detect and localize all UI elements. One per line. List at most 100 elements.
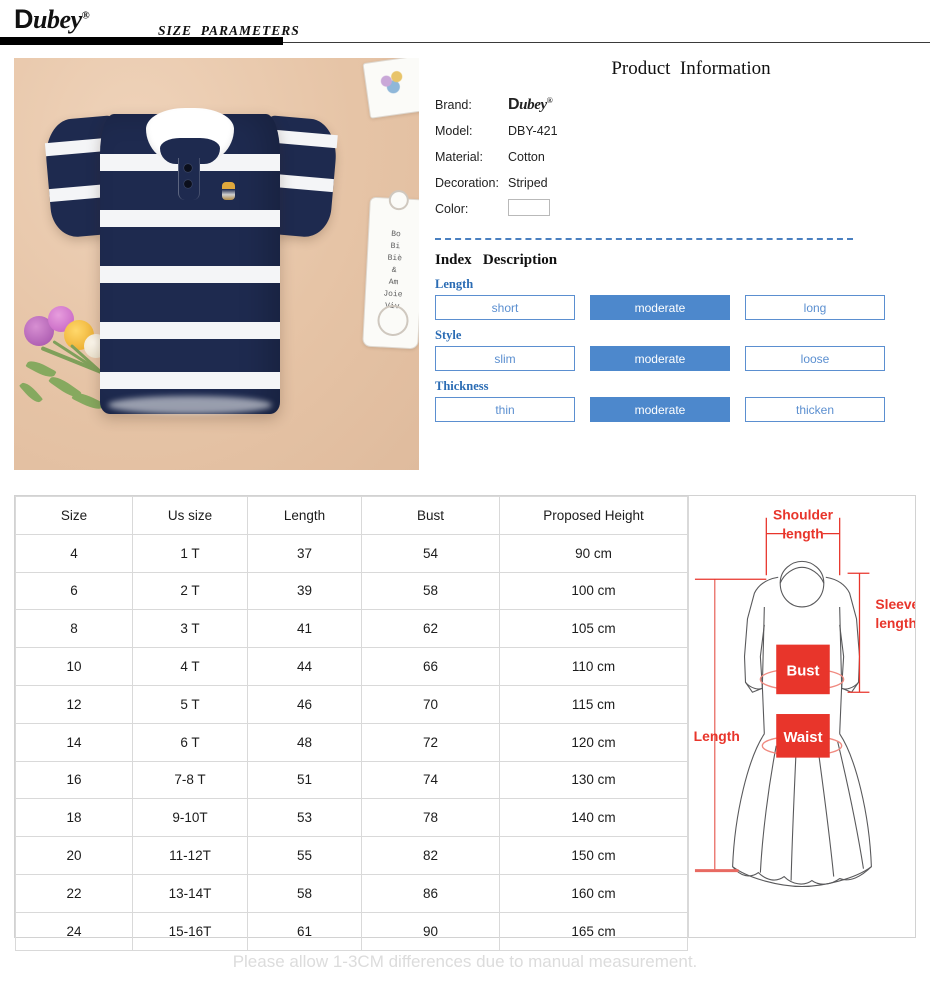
tshirt-embroidery-icon [222, 182, 235, 200]
cell-size: 22 [15, 873, 133, 913]
prop-wood-tag: Bo Bi Biè & Am Joie Viv [362, 189, 419, 350]
index-group-label: Length [435, 277, 474, 291]
cell-bust: 86 [361, 873, 500, 913]
cell-proposed-height: 130 cm [499, 760, 688, 800]
cell-bust: 62 [361, 609, 500, 649]
index-description-heading: Index Description [435, 252, 558, 268]
label-sleeve-line2: length [875, 615, 915, 631]
label-waist: Waist [783, 730, 822, 746]
column-header-bust: Bust [361, 496, 500, 535]
index-option-row: short moderate long [435, 295, 917, 320]
cell-proposed-height: 100 cm [499, 571, 688, 611]
cell-us-size: 15-16T [132, 911, 248, 951]
cell-bust: 54 [361, 533, 500, 573]
cell-length: 41 [247, 609, 362, 649]
cell-bust: 78 [361, 798, 500, 838]
prop-tag-hole-icon [376, 304, 410, 337]
product-spec-list: Brand: Dubey® Model: DBY-421 Material: C… [435, 92, 917, 222]
cell-us-size: 4 T [132, 647, 248, 686]
cell-bust: 66 [361, 647, 500, 686]
table-row: 18 9-10T 53 78 140 cm [15, 798, 688, 838]
option-length-moderate[interactable]: moderate [590, 295, 730, 320]
cell-size: 18 [15, 798, 133, 838]
label-shoulder-line1: Shoulder [773, 507, 834, 523]
logo-word: ubey [519, 97, 547, 113]
cell-us-size: 13-14T [132, 873, 248, 913]
option-thickness-thin[interactable]: thin [435, 397, 575, 422]
spec-value-model: DBY-421 [508, 124, 558, 138]
tshirt-button [184, 180, 192, 188]
cell-length: 39 [247, 571, 362, 611]
cell-proposed-height: 150 cm [499, 836, 688, 875]
spec-label: Material: [435, 150, 483, 164]
tshirt-button [184, 164, 192, 172]
spec-label: Color: [435, 202, 469, 216]
cell-length: 37 [247, 533, 362, 573]
index-group-length: Length short moderate long [435, 277, 917, 320]
column-header-us-size: Us size [132, 496, 248, 535]
product-photo: Bo Bi Biè & Am Joie Viv [14, 58, 419, 470]
spec-row-model: Model: DBY-421 [435, 118, 917, 144]
spec-row-decoration: Decoration: Striped [435, 170, 917, 196]
prop-tag-ring-icon [388, 189, 410, 211]
prop-tag-text: Bo Bi Biè & Am Joie Viv [383, 229, 403, 312]
option-style-moderate[interactable]: moderate [590, 346, 730, 371]
table-row: 16 7-8 T 51 74 130 cm [15, 760, 688, 800]
cell-size: 16 [15, 760, 133, 800]
cell-us-size: 6 T [132, 722, 248, 762]
table-row: 4 1 T 37 54 90 cm [15, 533, 688, 573]
cell-bust: 74 [361, 760, 500, 800]
table-row: 24 15-16T 61 90 165 cm [15, 911, 688, 951]
column-header-proposed-height: Proposed Height [499, 496, 688, 535]
cell-bust: 72 [361, 722, 500, 762]
option-length-long[interactable]: long [745, 295, 885, 320]
table-row: 10 4 T 44 66 110 cm [15, 647, 688, 686]
option-style-slim[interactable]: slim [435, 346, 575, 371]
cell-length: 61 [247, 911, 362, 951]
size-chart-container: Size Us size Length Bust Proposed Height… [14, 495, 916, 951]
option-length-short[interactable]: short [435, 295, 575, 320]
cell-proposed-height: 140 cm [499, 798, 688, 838]
cell-bust: 82 [361, 836, 500, 875]
table-row: 22 13-14T 58 86 160 cm [15, 873, 688, 913]
label-shoulder-line2: length [782, 526, 824, 542]
brand-logo: Dubey® [14, 5, 90, 34]
registered-trademark-icon: ® [546, 96, 553, 105]
table-row: 14 6 T 48 72 120 cm [15, 722, 688, 762]
label-total-length: Length [694, 728, 740, 744]
option-thickness-moderate[interactable]: moderate [590, 397, 730, 422]
table-header-row: Size Us size Length Bust Proposed Height [15, 496, 688, 535]
spec-label: Brand: [435, 98, 472, 112]
option-style-loose[interactable]: loose [745, 346, 885, 371]
index-group-style: Style slim moderate loose [435, 328, 917, 371]
prop-notebook-art [374, 65, 413, 101]
cell-proposed-height: 110 cm [499, 647, 688, 686]
option-thickness-thicken[interactable]: thicken [745, 397, 885, 422]
cell-length: 48 [247, 722, 362, 762]
index-option-row: slim moderate loose [435, 346, 917, 371]
cell-size: 10 [15, 647, 133, 686]
cell-proposed-height: 115 cm [499, 684, 688, 724]
spec-row-color: Color: [435, 196, 917, 222]
cell-length: 51 [247, 760, 362, 800]
prop-notebook [362, 58, 419, 119]
cell-size: 24 [15, 911, 133, 951]
index-option-row: thin moderate thicken [435, 397, 917, 422]
column-header-size: Size [15, 496, 133, 535]
cell-bust: 58 [361, 571, 500, 611]
column-header-length: Length [247, 496, 362, 535]
cell-length: 44 [247, 647, 362, 686]
section-divider-dashed [435, 238, 853, 240]
cell-length: 46 [247, 684, 362, 724]
color-swatch [508, 199, 550, 216]
size-chart-table: Size Us size Length Bust Proposed Height… [15, 496, 688, 951]
measurement-disclaimer: Please allow 1-3CM differences due to ma… [232, 952, 698, 971]
label-bust: Bust [786, 663, 819, 679]
cell-proposed-height: 165 cm [499, 911, 688, 951]
cell-bust: 70 [361, 684, 500, 724]
cell-proposed-height: 105 cm [499, 609, 688, 649]
table-row: 20 11-12T 55 82 150 cm [15, 836, 688, 875]
spec-label: Decoration: [435, 176, 499, 190]
spec-row-material: Material: Cotton [435, 144, 917, 170]
logo-word: ubey [33, 5, 82, 34]
